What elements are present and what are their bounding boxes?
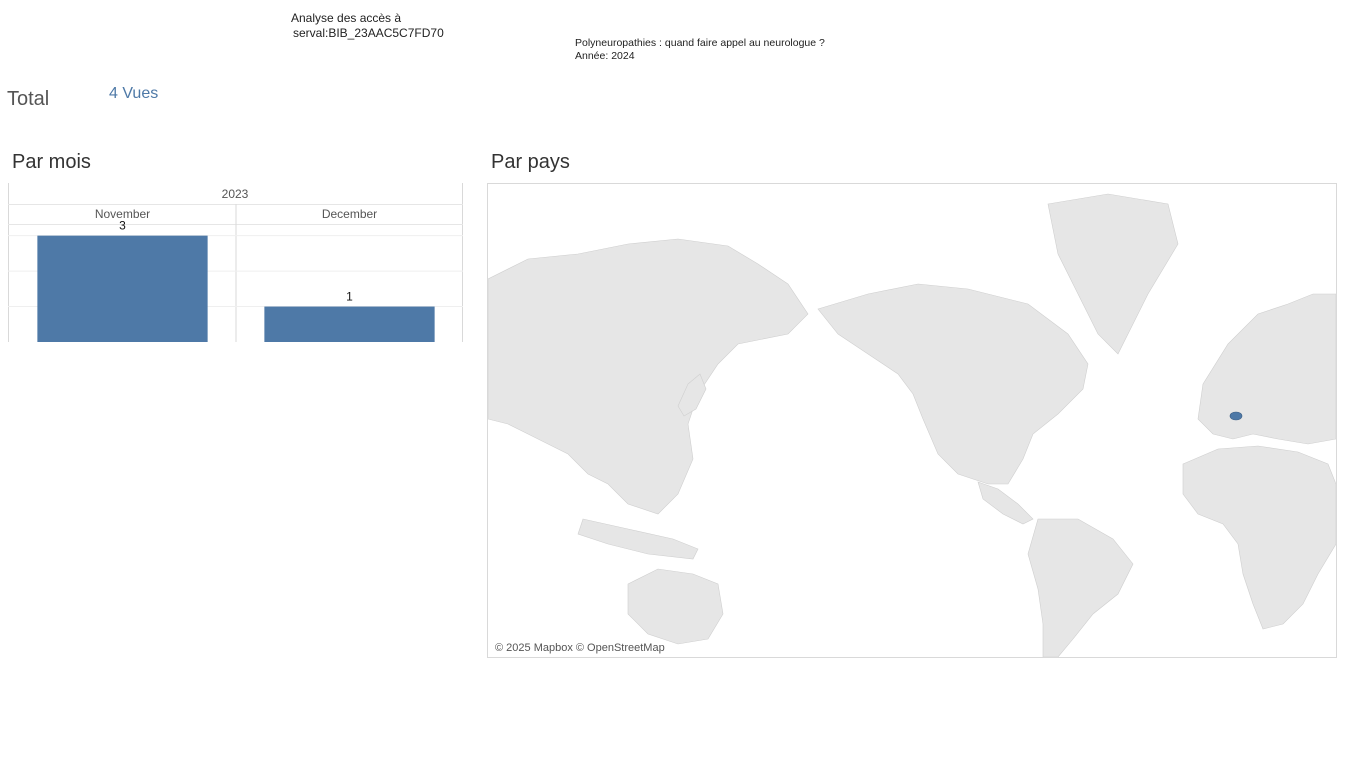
map-land-north-america [817,283,1089,485]
views-by-month-chart: 2023 November December 31 [8,183,464,345]
map-land-central-america [977,481,1034,525]
map-land-greenland [1047,193,1179,355]
page-title: Analyse des accès à serval:BIB_23AAC5C7F… [291,11,444,41]
country-map[interactable]: © 2025 Mapbox © OpenStreetMap [487,183,1337,658]
total-label: Total [7,88,50,110]
bar[interactable] [264,306,435,342]
category-label: December [322,207,377,221]
by-country-title: Par pays [491,151,570,173]
title-line-2: serval:BIB_23AAC5C7FD70 [293,26,444,40]
map-land-australia [627,568,724,645]
world-map[interactable] [488,184,1336,657]
document-year: Année: 2024 [575,50,635,62]
by-month-title: Par mois [12,151,91,173]
title-line-1: Analyse des accès à [291,11,402,25]
map-land-south-america [1027,518,1134,657]
bar[interactable] [37,235,208,342]
total-views-value: 4 Vues [109,85,159,102]
document-title: Polyneuropathies : quand faire appel au … [575,37,825,49]
map-land-indonesia [577,518,699,560]
bar-chart-svg: 2023 November December 31 [8,183,463,342]
map-land-europe [1197,293,1336,445]
document-info: Polyneuropathies : quand faire appel au … [575,37,825,63]
map-land-asia [488,238,809,515]
map-land-africa [1182,445,1336,630]
map-country-switzerland[interactable] [1229,411,1243,421]
bar-value-label: 3 [119,219,126,233]
map-credit: © 2025 Mapbox © OpenStreetMap [495,642,665,654]
year-header: 2023 [222,187,249,201]
bar-value-label: 1 [346,290,353,304]
